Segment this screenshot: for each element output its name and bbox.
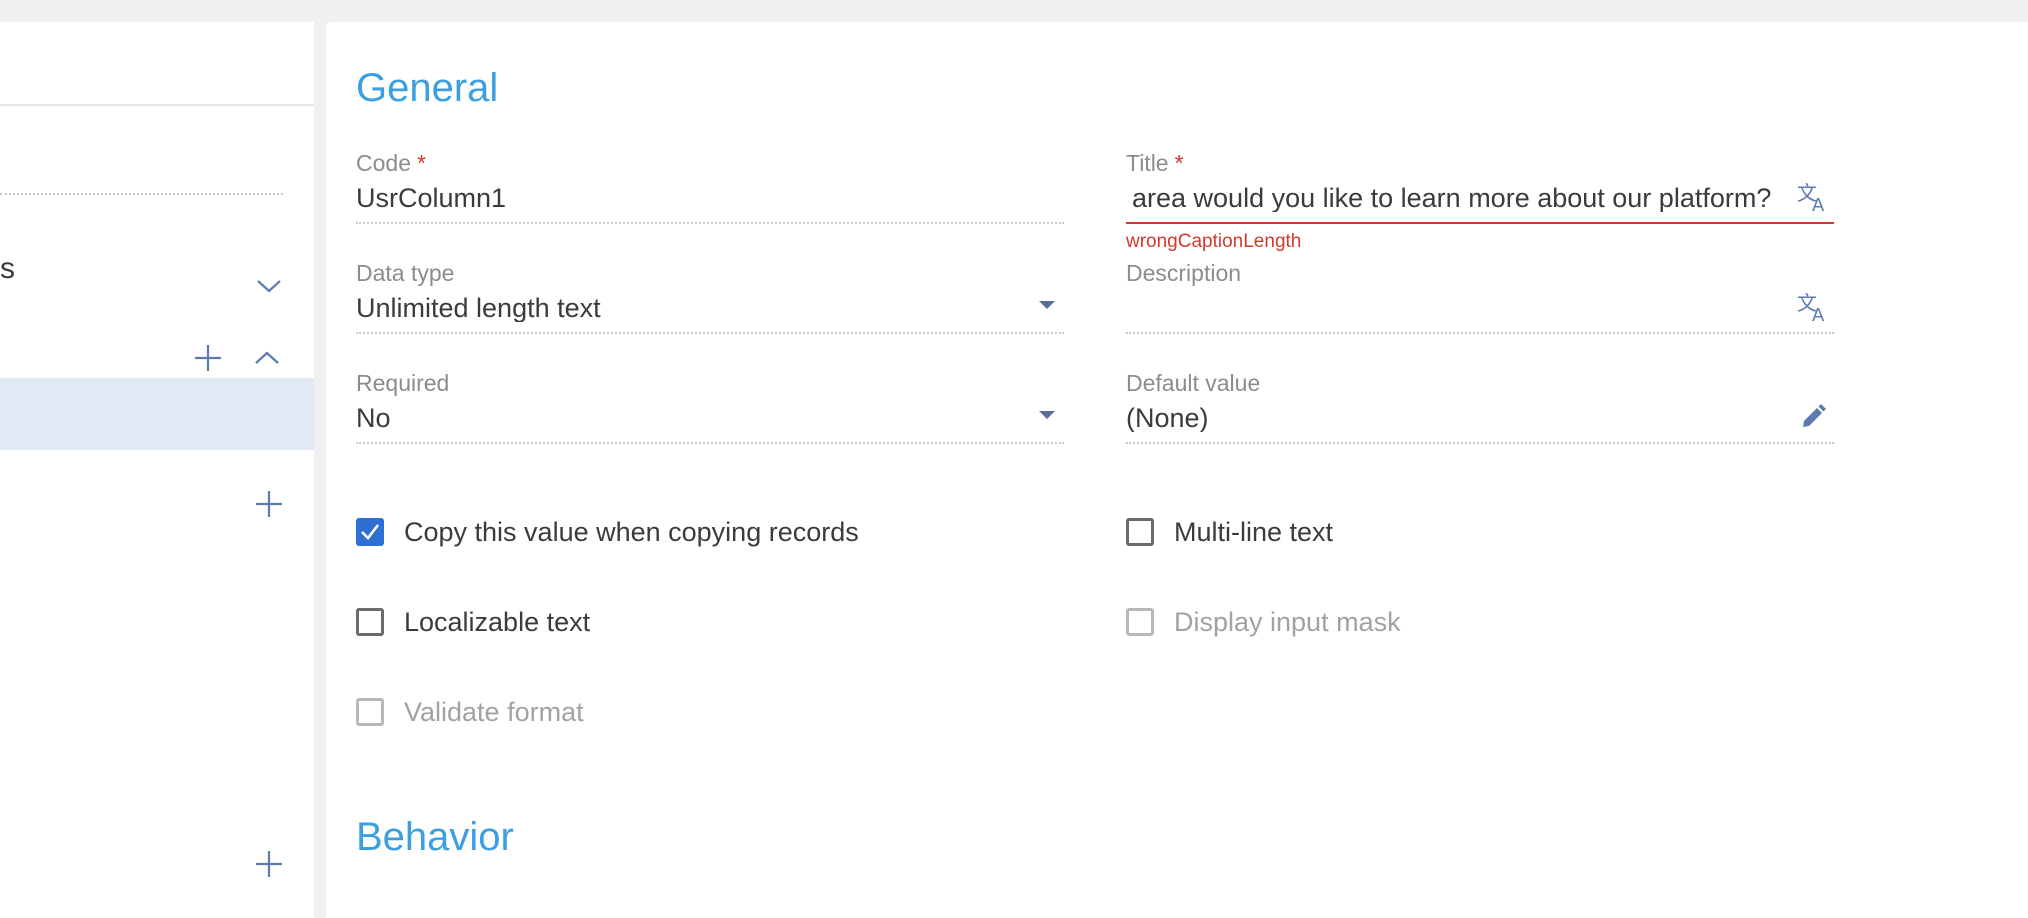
required-mark: * [416, 150, 426, 176]
chevron-up-icon[interactable] [250, 343, 284, 373]
selected-list-item[interactable] [0, 378, 314, 450]
description-field[interactable]: Description 文 A [1126, 262, 1834, 334]
field-underline [356, 442, 1064, 444]
add-icon[interactable] [252, 847, 286, 881]
field-underline [1126, 442, 1834, 444]
code-value[interactable]: UsrColumn1 [356, 185, 1056, 212]
default-value-value[interactable]: (None) [1126, 405, 1766, 432]
pencil-icon[interactable] [1796, 400, 1830, 434]
dropdown-arrow-icon[interactable] [1030, 406, 1064, 440]
chevron-down-icon[interactable] [252, 269, 286, 303]
default-value-field[interactable]: Default value (None) [1126, 372, 1834, 444]
input-mask-checkbox-row: Display input mask [1126, 606, 1401, 638]
svg-text:A: A [1812, 305, 1825, 324]
copy-value-checkbox[interactable] [356, 518, 384, 546]
title-value[interactable]: area would you like to learn more about … [1132, 185, 1792, 212]
validate-format-label: Validate format [404, 696, 584, 727]
validate-format-checkbox [356, 698, 384, 726]
data-type-label: Data type [356, 260, 455, 286]
section-title-behavior: Behavior [356, 815, 514, 859]
field-underline-error [1126, 222, 1834, 224]
title-error-message: wrongCaptionLength [1126, 231, 1302, 252]
localizable-label: Localizable text [404, 606, 591, 637]
field-underline [1126, 332, 1834, 334]
checkmark-icon [361, 524, 380, 540]
copy-value-label: Copy this value when copying records [404, 516, 859, 547]
add-icon[interactable] [191, 341, 225, 375]
title-field[interactable]: Title * area would you like to learn more… [1126, 150, 1834, 251]
field-underline [356, 222, 1064, 224]
title-label: Title * [1126, 150, 1184, 176]
translate-icon[interactable]: 文 A [1796, 290, 1830, 326]
dropdown-arrow-icon[interactable] [1030, 296, 1064, 330]
required-label: Required [356, 370, 450, 396]
multiline-checkbox[interactable] [1126, 518, 1154, 546]
data-type-select[interactable]: Data type Unlimited length text [356, 262, 1064, 334]
required-value[interactable]: No [356, 405, 996, 432]
field-underline [356, 332, 1064, 334]
required-select[interactable]: Required No [356, 372, 1064, 444]
group-label-partial: s [0, 252, 15, 285]
section-title-general: General [356, 66, 499, 110]
add-icon[interactable] [252, 487, 286, 521]
default-value-label: Default value [1126, 370, 1261, 396]
required-mark: * [1174, 150, 1184, 176]
copy-value-checkbox-row[interactable]: Copy this value when copying records [356, 516, 859, 548]
localizable-checkbox-row[interactable]: Localizable text [356, 606, 590, 638]
validate-format-checkbox-row: Validate format [356, 696, 584, 728]
data-type-value[interactable]: Unlimited length text [356, 295, 996, 322]
multiline-checkbox-row[interactable]: Multi-line text [1126, 516, 1333, 548]
svg-text:A: A [1812, 195, 1825, 214]
multiline-label: Multi-line text [1174, 516, 1334, 547]
description-label: Description [1126, 260, 1242, 286]
left-panel: s [0, 22, 314, 918]
dotted-divider [0, 193, 283, 195]
localizable-checkbox[interactable] [356, 608, 384, 636]
code-label: Code * [356, 150, 426, 176]
input-mask-checkbox [1126, 608, 1154, 636]
code-field[interactable]: Code * UsrColumn1 [356, 152, 1064, 224]
panel-divider [0, 104, 314, 106]
column-properties-panel: General Code * UsrColumn1 Title * area wou… [326, 22, 2028, 918]
input-mask-label: Display input mask [1174, 606, 1401, 637]
translate-icon[interactable]: 文 A [1796, 180, 1830, 216]
